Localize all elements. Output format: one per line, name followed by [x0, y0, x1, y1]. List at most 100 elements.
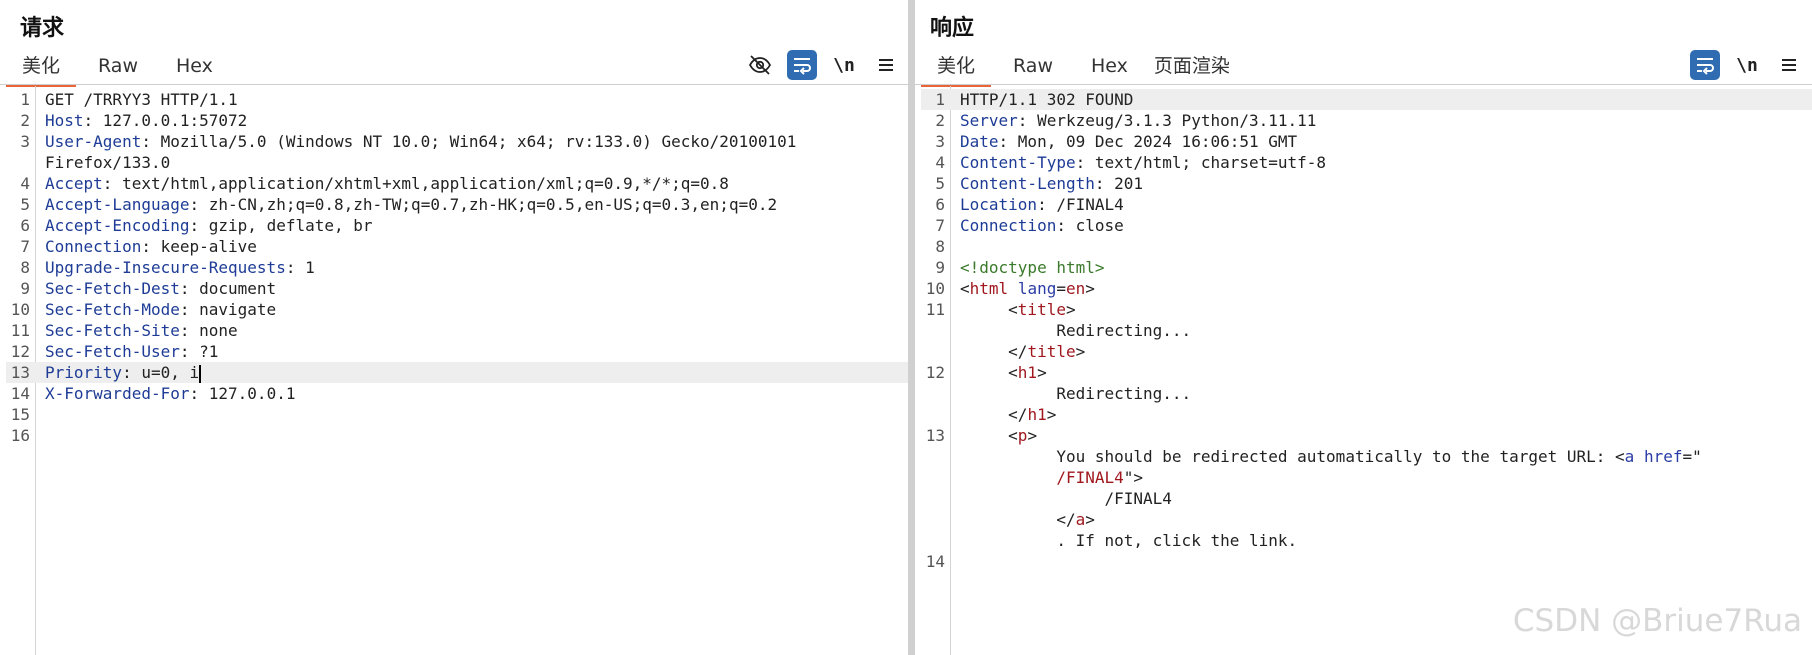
- response-tab-hex[interactable]: Hex: [1075, 52, 1144, 84]
- header-value: Firefox/133.0: [45, 153, 171, 172]
- response-line: 13 <p>: [921, 425, 1812, 446]
- code-text: Server: Werkzeug/3.1.3 Python/3.11.11: [960, 110, 1316, 131]
- newline-toggle-icon[interactable]: \n: [1732, 50, 1762, 80]
- request-pane: 请求 美化 Raw Hex \n 1 GET /TRRYY3 HTTP/1.1 2 H…: [0, 0, 908, 655]
- menu-icon[interactable]: [871, 50, 901, 80]
- code-token: >: [1075, 342, 1086, 361]
- line-number: 7: [20, 237, 30, 256]
- code-token: =": [1682, 447, 1702, 466]
- code-token: <: [960, 363, 1018, 382]
- code-token: >: [1046, 405, 1057, 424]
- wrap-lines-icon[interactable]: [787, 50, 817, 80]
- line-number: 16: [10, 426, 30, 445]
- request-line: 5 Accept-Language: zh-CN,zh;q=0.8,zh-TW;q…: [6, 194, 908, 215]
- request-line: 3 User-Agent: Mozilla/5.0 (Windows NT 10.…: [6, 131, 908, 152]
- code-text: <p>: [960, 425, 1037, 446]
- request-line: 7 Connection: keep-alive: [6, 236, 908, 257]
- code-token: title: [1017, 300, 1066, 319]
- pane-splitter[interactable]: [908, 0, 915, 655]
- line-number: 11: [925, 300, 945, 319]
- code-token: h1: [1017, 363, 1038, 382]
- code-text: <html lang=en>: [960, 278, 1095, 299]
- line-number: 5: [20, 195, 30, 214]
- header-value: : gzip, deflate, br: [189, 216, 373, 235]
- line-number: 8: [935, 237, 945, 256]
- response-tab-raw[interactable]: Raw: [991, 52, 1075, 84]
- code-token: a: [1624, 447, 1635, 466]
- request-line: 1 GET /TRRYY3 HTTP/1.1: [6, 89, 908, 110]
- request-editor[interactable]: 1 GET /TRRYY3 HTTP/1.1 2 Host: 127.0.0.1:57…: [6, 86, 908, 655]
- newline-toggle-icon[interactable]: \n: [829, 50, 859, 80]
- header-value: GET /TRRYY3 HTTP/1.1: [45, 90, 238, 109]
- response-line: You should be redirected automatically t…: [921, 446, 1812, 467]
- response-lines: 1 HTTP/1.1 302 FOUND 2 Server: Werkzeug/3.1…: [921, 89, 1812, 572]
- request-tab-pretty[interactable]: 美化: [6, 52, 77, 87]
- code-token: : text/html; charset=utf-8: [1075, 153, 1327, 172]
- code-text: /FINAL4: [960, 488, 1171, 509]
- request-line: 8 Upgrade-Insecure-Requests: 1: [6, 257, 908, 278]
- code-text: Sec-Fetch-Mode: navigate: [45, 299, 276, 320]
- response-tab-pretty[interactable]: 美化: [921, 52, 992, 87]
- header-value: : Mozilla/5.0 (Windows NT 10.0; Win64; x…: [141, 132, 797, 151]
- code-text: Location: /FINAL4: [960, 194, 1124, 215]
- code-token: Content-Length: [960, 174, 1095, 193]
- response-line: 3 Date: Mon, 09 Dec 2024 16:06:51 GMT: [921, 131, 1812, 152]
- request-line: 13 Priority: u=0, i: [6, 362, 908, 383]
- line-number: 14: [925, 552, 945, 571]
- code-token: >: [1065, 300, 1076, 319]
- response-tab-render[interactable]: 页面渲染: [1144, 52, 1240, 84]
- line-number: 2: [20, 111, 30, 130]
- header-value: : text/html,application/xhtml+xml,applic…: [102, 174, 729, 193]
- code-text: Connection: close: [960, 215, 1124, 236]
- menu-icon[interactable]: [1774, 50, 1804, 80]
- request-line: 12 Sec-Fetch-User: ?1: [6, 341, 908, 362]
- text-caret: [199, 364, 202, 383]
- response-line: Redirecting...: [921, 320, 1812, 341]
- code-token: : Werkzeug/3.1.3 Python/3.11.11: [1017, 111, 1317, 130]
- code-token: : close: [1056, 216, 1124, 235]
- code-token: <: [960, 279, 970, 298]
- response-line: 4 Content-Type: text/html; charset=utf-8: [921, 152, 1812, 173]
- response-line: 8: [921, 236, 1812, 257]
- header-value: : 127.0.0.1:57072: [83, 111, 248, 130]
- code-token: a: [1075, 510, 1086, 529]
- response-editor[interactable]: 1 HTTP/1.1 302 FOUND 2 Server: Werkzeug/3.1…: [921, 86, 1812, 655]
- hide-icon[interactable]: [745, 50, 775, 80]
- code-text: Sec-Fetch-User: ?1: [45, 341, 218, 362]
- request-line: 2 Host: 127.0.0.1:57072: [6, 110, 908, 131]
- line-number: 6: [20, 216, 30, 235]
- code-token: Server: [960, 111, 1018, 130]
- request-tab-raw[interactable]: Raw: [76, 52, 160, 84]
- header-name: Connection: [45, 237, 142, 256]
- code-token: /FINAL4: [1056, 468, 1124, 487]
- request-line: 16: [6, 425, 908, 446]
- response-line: </h1>: [921, 404, 1812, 425]
- code-token: : 201: [1094, 174, 1144, 193]
- code-token: </: [960, 405, 1028, 424]
- code-token: You should be redirected automatically t…: [960, 447, 1625, 466]
- code-token: href: [1643, 447, 1683, 466]
- header-name: User-Agent: [45, 132, 142, 151]
- code-token: Content-Type: [960, 153, 1076, 172]
- line-number: 7: [935, 216, 945, 235]
- header-name: Accept-Encoding: [45, 216, 190, 235]
- line-number: 13: [10, 363, 30, 382]
- code-token: <!doctype html>: [960, 258, 1105, 277]
- code-token: >: [1085, 510, 1095, 529]
- response-line: 12 <h1>: [921, 362, 1812, 383]
- line-number: 9: [935, 258, 945, 277]
- header-value: : ?1: [179, 342, 219, 361]
- code-text: You should be redirected automatically t…: [960, 446, 1702, 467]
- request-toolbar: \n: [733, 48, 901, 82]
- wrap-lines-icon[interactable]: [1690, 50, 1720, 80]
- response-line: . If not, click the link.: [921, 530, 1812, 551]
- code-text: Redirecting...: [960, 320, 1191, 341]
- request-title: 请求: [20, 16, 65, 41]
- code-text: /FINAL4">: [960, 467, 1143, 488]
- header-value: : navigate: [179, 300, 277, 319]
- response-line: 7 Connection: close: [921, 215, 1812, 236]
- request-tab-hex[interactable]: Hex: [160, 52, 229, 84]
- response-toolbar: \n: [1678, 48, 1804, 82]
- request-line: 4 Accept: text/html,application/xhtml+xml…: [6, 173, 908, 194]
- request-line: 14 X-Forwarded-For: 127.0.0.1: [6, 383, 908, 404]
